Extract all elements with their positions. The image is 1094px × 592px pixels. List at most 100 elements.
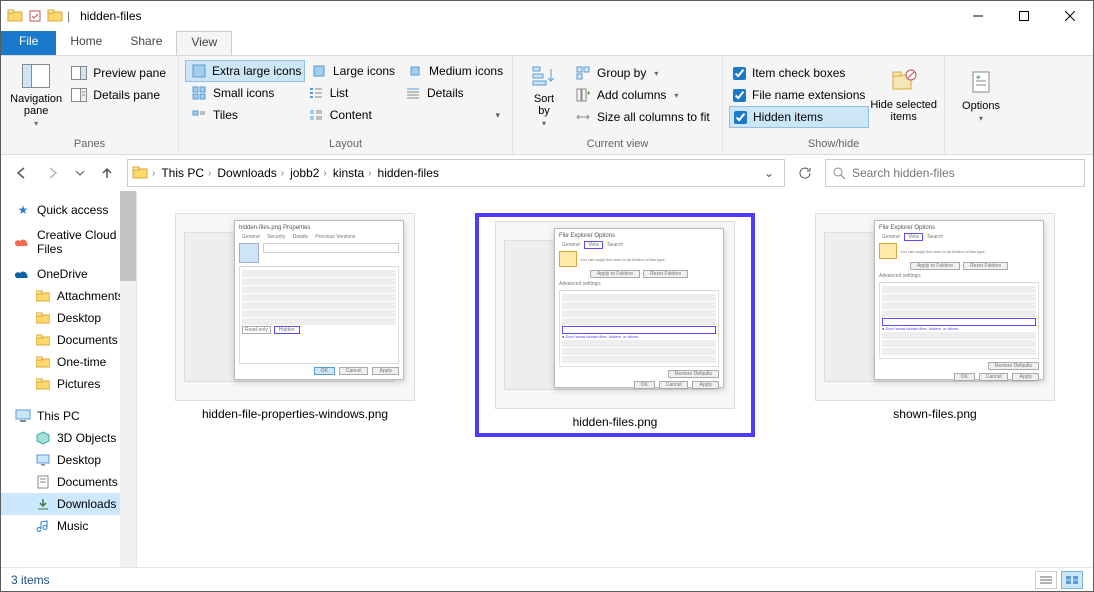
view-tab[interactable]: View	[176, 31, 232, 55]
sidebar-scrollbar[interactable]	[120, 191, 136, 567]
hide-icon	[888, 65, 920, 97]
file-name-extensions-checkbox[interactable]: File name extensions	[729, 84, 869, 106]
maximize-button[interactable]	[1001, 1, 1047, 31]
file-item[interactable]: File Explorer Options General View Searc…	[795, 213, 1075, 421]
file-tab[interactable]: File	[1, 31, 56, 55]
hidden-items-checkbox[interactable]: Hidden items	[729, 106, 869, 128]
back-button[interactable]	[9, 161, 33, 185]
add-columns-icon	[575, 87, 591, 103]
lg-icons-icon	[311, 63, 327, 79]
group-by-icon	[575, 65, 591, 81]
folder-icon	[132, 165, 148, 181]
tiles-icon	[191, 107, 207, 123]
file-item[interactable]: hidden-files.png Properties General Secu…	[155, 213, 435, 421]
file-name: shown-files.png	[893, 407, 976, 421]
address-dropdown-icon[interactable]: ⌄	[758, 166, 780, 180]
sort-icon	[528, 60, 560, 91]
folder-icon	[7, 8, 23, 24]
list-icon	[308, 85, 324, 101]
folder-icon	[35, 332, 51, 348]
folder-icon	[35, 288, 51, 304]
search-icon	[832, 166, 846, 180]
sidebar-item-documents[interactable]: Documents	[1, 471, 136, 493]
home-tab[interactable]: Home	[56, 31, 116, 55]
size-columns-icon	[575, 109, 591, 125]
hide-selected-items-button[interactable]: Hide selected items	[869, 60, 938, 128]
crumb-hidden-files[interactable]: hidden-files	[376, 166, 441, 180]
file-name: hidden-files.png	[573, 415, 658, 429]
tiles-button[interactable]: Tiles	[185, 104, 302, 126]
star-icon: ★	[15, 202, 31, 218]
chevron-down-icon: ▾	[654, 69, 658, 78]
crumb-kinsta[interactable]: kinsta›	[331, 166, 374, 180]
xl-icons-icon	[192, 63, 206, 79]
recent-locations-button[interactable]	[73, 161, 87, 185]
3d-icon	[35, 430, 51, 446]
sidebar-item-attachments[interactable]: Attachments	[1, 285, 136, 307]
sidebar-item-od-desktop[interactable]: Desktop	[1, 307, 136, 329]
sidebar-item-od-pictures[interactable]: Pictures	[1, 373, 136, 395]
close-button[interactable]	[1047, 1, 1093, 31]
content-button[interactable]: Content	[302, 104, 399, 126]
nav-tree: ★Quick access Creative Cloud Files OneDr…	[1, 191, 137, 567]
preview-pane-button[interactable]: Preview pane	[65, 62, 172, 84]
crumb-this-pc[interactable]: This PC›	[159, 166, 213, 180]
sidebar-item-downloads[interactable]: Downloads	[1, 493, 136, 515]
forward-button[interactable]	[41, 161, 65, 185]
sidebar-item-quick-access[interactable]: ★Quick access	[1, 199, 136, 221]
layout-caption: Layout	[179, 136, 512, 154]
large-icons-button[interactable]: Large icons	[305, 60, 401, 82]
thumbnails-view-toggle[interactable]	[1061, 571, 1083, 589]
sort-by-button[interactable]: Sort by ▾	[519, 60, 569, 128]
file-item-selected[interactable]: File Explorer Options General View Searc…	[475, 213, 755, 437]
navigation-pane-button[interactable]: Navigation pane ▾	[7, 60, 65, 128]
layout-overflow-icon[interactable]: ▾	[495, 110, 500, 121]
sidebar-item-music[interactable]: Music	[1, 515, 136, 537]
up-button[interactable]	[95, 161, 119, 185]
details-view-toggle[interactable]	[1035, 571, 1057, 589]
sidebar-item-this-pc[interactable]: This PC	[1, 405, 136, 427]
explorer-window: | hidden-files File Home Share View ⌃ ? …	[0, 0, 1094, 592]
this-pc-icon	[15, 408, 31, 424]
options-button[interactable]: Options ▾	[951, 60, 1011, 128]
nav-row: › This PC› Downloads› jobb2› kinsta› hid…	[1, 155, 1093, 191]
crumb-downloads[interactable]: Downloads›	[215, 166, 286, 180]
onedrive-icon	[15, 266, 31, 282]
small-icons-button[interactable]: Small icons	[185, 82, 302, 104]
panes-caption: Panes	[1, 136, 178, 154]
qat-save-icon[interactable]	[27, 8, 43, 24]
content-icon	[308, 107, 324, 123]
sidebar-item-creative-cloud[interactable]: Creative Cloud Files	[1, 231, 136, 253]
search-box[interactable]	[825, 159, 1085, 187]
minimize-button[interactable]	[955, 1, 1001, 31]
md-icons-icon	[407, 63, 423, 79]
cc-icon	[15, 234, 31, 250]
address-bar[interactable]: › This PC› Downloads› jobb2› kinsta› hid…	[127, 159, 785, 187]
search-input[interactable]	[852, 166, 1078, 180]
group-by-button[interactable]: Group by▾	[569, 62, 716, 84]
current-view-caption: Current view	[513, 136, 722, 154]
file-thumbnail: hidden-files.png Properties General Secu…	[175, 213, 415, 401]
refresh-button[interactable]	[793, 161, 817, 185]
downloads-icon	[35, 496, 51, 512]
music-icon	[35, 518, 51, 534]
details-button[interactable]: Details	[399, 82, 506, 104]
share-tab[interactable]: Share	[116, 31, 176, 55]
details-pane-button[interactable]: Details pane	[65, 84, 172, 106]
folder-icon	[47, 8, 63, 24]
add-columns-button[interactable]: Add columns▾	[569, 84, 716, 106]
crumb-jobb2[interactable]: jobb2›	[288, 166, 329, 180]
sidebar-item-3d-objects[interactable]: 3D Objects	[1, 427, 136, 449]
chevron-down-icon: ▾	[674, 91, 678, 100]
extra-large-icons-button[interactable]: Extra large icons	[185, 60, 305, 82]
sidebar-item-desktop[interactable]: Desktop	[1, 449, 136, 471]
sidebar-item-one-time[interactable]: One-time	[1, 351, 136, 373]
list-button[interactable]: List	[302, 82, 399, 104]
sidebar-item-od-documents[interactable]: Documents	[1, 329, 136, 351]
file-view[interactable]: hidden-files.png Properties General Secu…	[137, 191, 1093, 567]
sidebar-item-onedrive[interactable]: OneDrive	[1, 263, 136, 285]
item-check-boxes-checkbox[interactable]: Item check boxes	[729, 62, 869, 84]
chevron-down-icon: ▾	[979, 114, 983, 123]
medium-icons-button[interactable]: Medium icons	[401, 60, 509, 82]
size-columns-button[interactable]: Size all columns to fit	[569, 106, 716, 128]
